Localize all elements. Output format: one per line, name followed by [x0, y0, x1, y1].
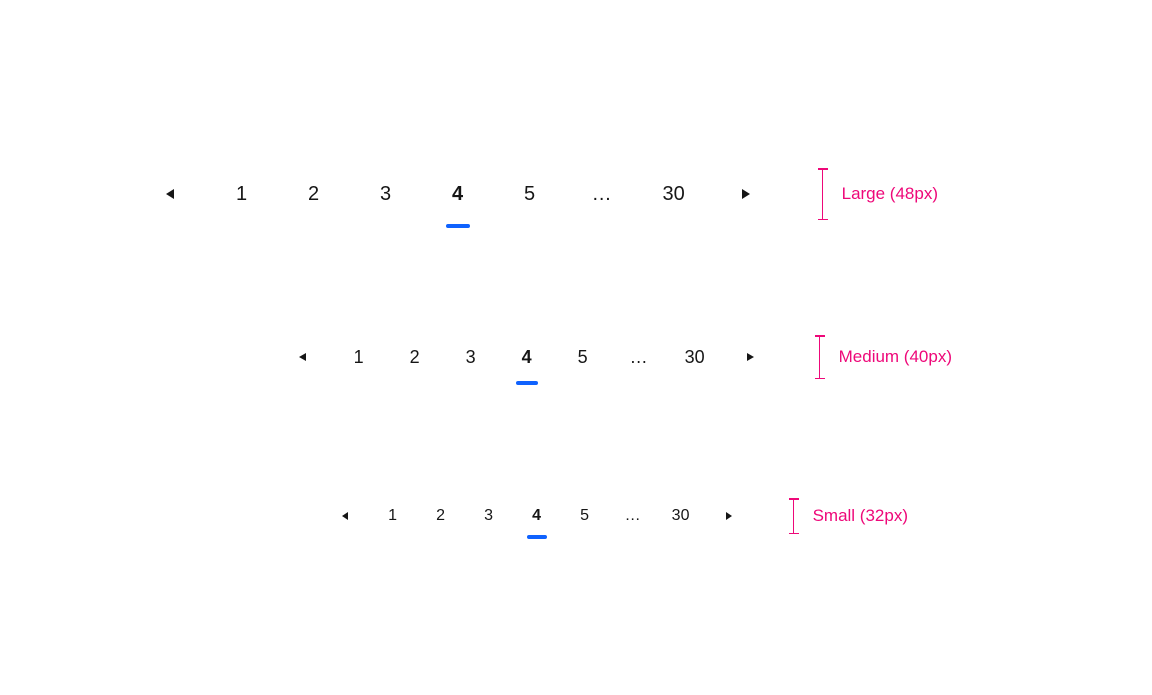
page-last[interactable]: 30: [657, 500, 705, 532]
caret-right-icon: [747, 353, 754, 361]
measure-bracket-icon: [818, 168, 828, 220]
pagination-medium: 1 2 3 4 5 … 30: [275, 337, 779, 377]
page-5[interactable]: 5: [561, 500, 609, 532]
caret-left-icon: [299, 353, 306, 361]
next-button[interactable]: [710, 170, 782, 218]
page-ellipsis: …: [611, 337, 667, 377]
page-1[interactable]: 1: [369, 500, 417, 532]
pagination-large: 1 2 3 4 5 … 30: [134, 170, 782, 218]
page-last[interactable]: 30: [667, 337, 723, 377]
page-4-current[interactable]: 4: [499, 337, 555, 377]
page-4-current[interactable]: 4: [513, 500, 561, 532]
page-last[interactable]: 30: [638, 170, 710, 218]
caret-left-icon: [166, 189, 174, 199]
size-label-small: Small (32px): [813, 506, 908, 526]
next-button[interactable]: [705, 500, 753, 532]
page-3[interactable]: 3: [465, 500, 513, 532]
page-3[interactable]: 3: [350, 170, 422, 218]
page-2[interactable]: 2: [387, 337, 443, 377]
page-2[interactable]: 2: [278, 170, 350, 218]
page-ellipsis: …: [566, 170, 638, 218]
size-guide-medium: Medium (40px): [815, 335, 952, 379]
measure-bracket-icon: [789, 498, 799, 534]
page-2[interactable]: 2: [417, 500, 465, 532]
pagination-row-large: 1 2 3 4 5 … 30 Large (48px): [134, 168, 938, 220]
pagination-row-small: 1 2 3 4 5 … 30 Small (32px): [321, 498, 908, 534]
next-button[interactable]: [723, 337, 779, 377]
pagination-row-medium: 1 2 3 4 5 … 30 Medium (40px): [275, 335, 952, 379]
prev-button[interactable]: [134, 170, 206, 218]
prev-button[interactable]: [275, 337, 331, 377]
size-guide-large: Large (48px): [818, 168, 938, 220]
page-5[interactable]: 5: [494, 170, 566, 218]
measure-bracket-icon: [815, 335, 825, 379]
pagination-small: 1 2 3 4 5 … 30: [321, 500, 753, 532]
page-3[interactable]: 3: [443, 337, 499, 377]
page-5[interactable]: 5: [555, 337, 611, 377]
page-1[interactable]: 1: [331, 337, 387, 377]
page-ellipsis: …: [609, 500, 657, 532]
size-label-medium: Medium (40px): [839, 347, 952, 367]
size-label-large: Large (48px): [842, 184, 938, 204]
size-guide-small: Small (32px): [789, 498, 908, 534]
caret-left-icon: [342, 512, 348, 520]
caret-right-icon: [742, 189, 750, 199]
page-4-current[interactable]: 4: [422, 170, 494, 218]
prev-button[interactable]: [321, 500, 369, 532]
caret-right-icon: [726, 512, 732, 520]
page-1[interactable]: 1: [206, 170, 278, 218]
